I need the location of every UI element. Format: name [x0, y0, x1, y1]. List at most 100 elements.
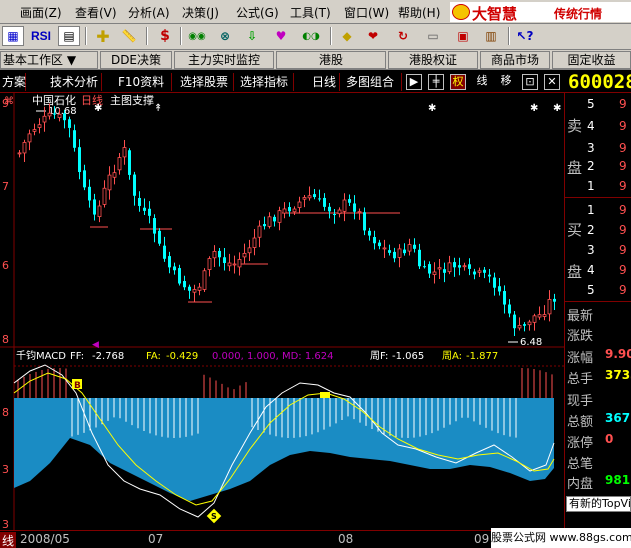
price-tick-label: 7 — [2, 180, 9, 193]
rights-button[interactable]: 权 — [450, 74, 466, 90]
play-button[interactable]: ▶ — [406, 74, 422, 90]
candle-body — [17, 152, 22, 155]
menu-help[interactable]: 帮助(H) — [398, 4, 440, 21]
candle-body — [37, 124, 42, 128]
chart-menu-icon[interactable]: ⌘ — [4, 96, 14, 107]
stock-name: 中国石化 — [32, 93, 76, 107]
frame-button[interactable]: ⊡ — [522, 74, 538, 90]
heart-icon[interactable]: ♥ — [270, 26, 292, 46]
move-button[interactable]: 移 — [498, 74, 514, 90]
f10-button[interactable]: F10资料 — [116, 73, 172, 91]
brand-name: 大智慧 — [472, 5, 518, 23]
candle-body — [493, 277, 496, 288]
table-icon[interactable]: ▤ — [58, 26, 80, 46]
tab-commodity[interactable]: 商品市场 — [480, 51, 550, 69]
quote-row-trades: 总笔 — [565, 453, 631, 472]
candle-body — [547, 299, 552, 315]
binoculars-icon[interactable]: ⊗ — [214, 26, 236, 46]
multi-chart-button[interactable]: 多图组合 — [344, 73, 402, 91]
candle-body — [553, 298, 556, 302]
books-icon[interactable]: ▥ — [480, 26, 502, 46]
dollar-icon[interactable]: $ — [154, 26, 176, 46]
tab-main-monitor[interactable]: 主力实时监控 — [174, 51, 274, 69]
candle-body — [473, 271, 476, 275]
macd-zf-value: -1.065 — [392, 351, 424, 362]
candle-body — [498, 286, 501, 292]
candle-body — [267, 216, 272, 227]
candle-body — [432, 271, 437, 275]
signal-star: ✱ — [94, 103, 102, 114]
quote-value: 9.90 — [605, 347, 631, 361]
close-icon[interactable]: ✕ — [544, 74, 560, 90]
menu-view[interactable]: 画面(Z) — [20, 4, 62, 21]
grid-view-icon[interactable]: ▦ — [2, 26, 24, 46]
toolbar: ▦ RSI ▤ ✚ 📏 $ ◉◉ ⊗ ⇩ ♥ ◐◑ ◆ ❤ ↻ ▭ ▣ ▥ ↖? — [0, 24, 631, 50]
tab-hk-stock[interactable]: 港股 — [276, 51, 386, 69]
candle-body — [488, 274, 491, 277]
candle-body — [97, 205, 102, 217]
kline-chart[interactable]: 9 7 6 8 8 3 3 ⌘ 中国石化 日线 主图支撑 10.68 6.48 … — [0, 93, 564, 530]
indicator-label: 主图支撑 — [110, 93, 154, 107]
candle-body — [447, 262, 452, 273]
plus-icon[interactable]: ✚ — [92, 26, 114, 46]
line-button[interactable]: 线 — [474, 74, 490, 90]
date-label: 08 — [338, 532, 354, 546]
menu-analysis[interactable]: 分析(A) — [128, 4, 170, 21]
sell-level: 4 — [587, 119, 595, 133]
window-icon[interactable]: ▭ — [422, 26, 444, 46]
menu-formula[interactable]: 公式(G) — [236, 4, 279, 21]
left-mode-label[interactable]: 线 — [0, 532, 17, 548]
daily-button[interactable]: 日线 — [310, 73, 340, 91]
quote-label: 总笔 — [567, 457, 594, 472]
candle-body — [63, 113, 66, 121]
quote-label: 涨停 — [567, 436, 594, 451]
tab-fixed-income[interactable]: 固定收益 — [552, 51, 631, 69]
diamond-icon[interactable]: ◆ — [336, 26, 358, 46]
date-label: 07 — [148, 532, 164, 546]
menu-window[interactable]: 窗口(W) — [344, 4, 389, 21]
quote-label: 总手 — [567, 372, 594, 387]
select-stock-button[interactable]: 选择股票 — [178, 73, 234, 91]
signal-star: ✱ — [428, 103, 436, 114]
menu-tools[interactable]: 工具(T) — [290, 4, 331, 21]
menu-look[interactable]: 查看(V) — [75, 4, 117, 21]
toolbar-separator — [85, 27, 87, 45]
layout-icon[interactable]: ▣ — [452, 26, 474, 46]
candle-body — [382, 247, 387, 250]
candle-body — [477, 270, 482, 273]
candle-body — [223, 257, 226, 264]
candle-body — [388, 250, 391, 253]
quote-row-change: 涨跌 — [565, 325, 631, 344]
menu-decision[interactable]: 决策(J) — [182, 4, 219, 21]
red-logo-icon[interactable]: ❤ — [362, 26, 384, 46]
candle-body — [252, 237, 257, 248]
help-cursor-icon[interactable]: ↖? — [514, 26, 536, 46]
candle-body — [32, 129, 37, 132]
quote-row-volume: 总手 3735 — [565, 368, 631, 387]
select-indicator-button[interactable]: 选择指标 — [238, 73, 294, 91]
candle-body — [297, 201, 302, 208]
candle-body — [107, 174, 112, 191]
candle-body — [368, 230, 371, 236]
signal-icon[interactable]: ◉◉ — [186, 26, 208, 46]
quote-label: 现手 — [567, 394, 594, 409]
tab-basic-workspace[interactable]: 基本工作区 ▼ — [0, 51, 98, 69]
macd-tick-label: 3 — [2, 518, 9, 530]
indicator-icon[interactable]: ◐◑ — [300, 26, 322, 46]
scheme-button[interactable]: 方案 — [0, 73, 26, 91]
tech-analysis-button[interactable]: 技术分析 — [48, 73, 102, 91]
candle-body — [323, 197, 326, 207]
arrow-down-icon[interactable]: ⇩ — [241, 26, 263, 46]
toolbar-separator — [508, 27, 510, 45]
buy-level: 5 — [587, 283, 595, 297]
quote-divider — [565, 197, 631, 198]
ruler-icon[interactable]: 📏 — [118, 26, 140, 46]
rsi-button[interactable]: RSI — [27, 26, 55, 46]
tab-hk-warrant[interactable]: 港股权证 — [388, 51, 478, 69]
tab-dde[interactable]: DDE决策 — [100, 51, 172, 69]
price-high-label: 10.68 — [48, 106, 77, 117]
refresh-icon[interactable]: ↻ — [392, 26, 414, 46]
news-ticker[interactable]: 有新的TopView — [566, 496, 631, 512]
crosshair-button[interactable]: ╪ — [428, 74, 444, 90]
candle-body — [397, 248, 402, 258]
